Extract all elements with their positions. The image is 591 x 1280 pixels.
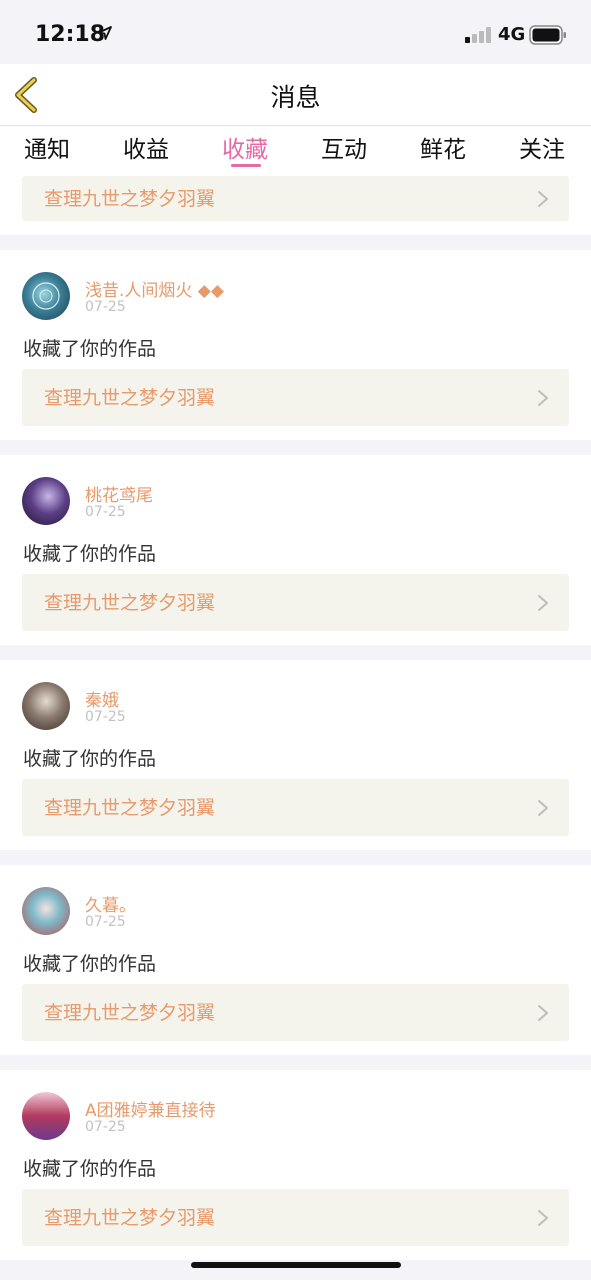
active-tab-indicator: [231, 164, 261, 167]
tab-favorites[interactable]: 收藏: [222, 130, 268, 164]
work-title: 查理九世之梦夕羽翼: [44, 188, 216, 210]
avatar[interactable]: [22, 272, 70, 320]
avatar[interactable]: [22, 477, 70, 525]
status-bar: 12:18 4G: [0, 0, 591, 64]
battery-icon: [529, 25, 566, 45]
chevron-right-icon: [538, 1210, 548, 1226]
chevron-right-icon: [538, 390, 548, 406]
tab-bar: 通知 收益 收藏 互动 鲜花 关注: [0, 126, 591, 172]
list-item: 桃花鸢尾 07-25 收藏了你的作品 查理九世之梦夕羽翼: [0, 455, 591, 645]
date: 07-25: [85, 299, 126, 315]
work-link[interactable]: 查理九世之梦夕羽翼: [22, 369, 569, 426]
list-item: 浅昔.人间烟火 ◆◆ 07-25 收藏了你的作品 查理九世之梦夕羽翼: [0, 250, 591, 440]
date: 07-25: [85, 504, 126, 520]
tab-earnings[interactable]: 收益: [123, 130, 169, 164]
date: 07-25: [85, 709, 126, 725]
work-link[interactable]: 查理九世之梦夕羽翼: [22, 176, 569, 221]
signal-icon: [465, 27, 491, 43]
action-text: 收藏了你的作品: [23, 338, 157, 360]
username[interactable]: 久暮。: [85, 891, 136, 916]
action-text: 收藏了你的作品: [23, 748, 157, 770]
avatar[interactable]: [22, 682, 70, 730]
home-indicator[interactable]: [191, 1262, 401, 1268]
work-title: 查理九世之梦夕羽翼: [44, 592, 216, 614]
work-title: 查理九世之梦夕羽翼: [44, 1002, 216, 1024]
work-link[interactable]: 查理九世之梦夕羽翼: [22, 1189, 569, 1246]
action-text: 收藏了你的作品: [23, 1158, 157, 1180]
tab-interactions[interactable]: 互动: [321, 130, 367, 164]
location-arrow-icon: [98, 26, 112, 40]
work-title: 查理九世之梦夕羽翼: [44, 387, 216, 409]
avatar[interactable]: [22, 887, 70, 935]
chevron-right-icon: [538, 1005, 548, 1021]
action-text: 收藏了你的作品: [23, 953, 157, 975]
work-link[interactable]: 查理九世之梦夕羽翼: [22, 779, 569, 836]
status-time: 12:18: [35, 22, 106, 47]
date: 07-25: [85, 1119, 126, 1135]
username[interactable]: A团雅婷兼直接待: [85, 1096, 216, 1121]
work-title: 查理九世之梦夕羽翼: [44, 797, 216, 819]
list-item: A团雅婷兼直接待 07-25 收藏了你的作品 查理九世之梦夕羽翼: [0, 1070, 591, 1260]
page-title: 消息: [270, 83, 321, 112]
list-item: 久暮。 07-25 收藏了你的作品 查理九世之梦夕羽翼: [0, 865, 591, 1055]
date: 07-25: [85, 914, 126, 930]
action-text: 收藏了你的作品: [23, 543, 157, 565]
work-title: 查理九世之梦夕羽翼: [44, 1207, 216, 1229]
chevron-right-icon: [538, 191, 548, 207]
username[interactable]: 浅昔.人间烟火 ◆◆: [85, 276, 224, 301]
work-link[interactable]: 查理九世之梦夕羽翼: [22, 574, 569, 631]
tab-follows[interactable]: 关注: [519, 130, 565, 164]
tab-flowers[interactable]: 鲜花: [420, 130, 466, 164]
list-item: 秦娥 07-25 收藏了你的作品 查理九世之梦夕羽翼: [0, 660, 591, 850]
list-item: 查理九世之梦夕羽翼: [0, 172, 591, 235]
chevron-right-icon: [538, 800, 548, 816]
network-label: 4G: [498, 24, 526, 45]
tab-notifications[interactable]: 通知: [24, 130, 70, 164]
navigation-bar: 消息: [0, 64, 591, 126]
chevron-right-icon: [538, 595, 548, 611]
username[interactable]: 桃花鸢尾: [85, 481, 153, 506]
work-link[interactable]: 查理九世之梦夕羽翼: [22, 984, 569, 1041]
avatar[interactable]: [22, 1092, 70, 1140]
username[interactable]: 秦娥: [85, 686, 119, 711]
